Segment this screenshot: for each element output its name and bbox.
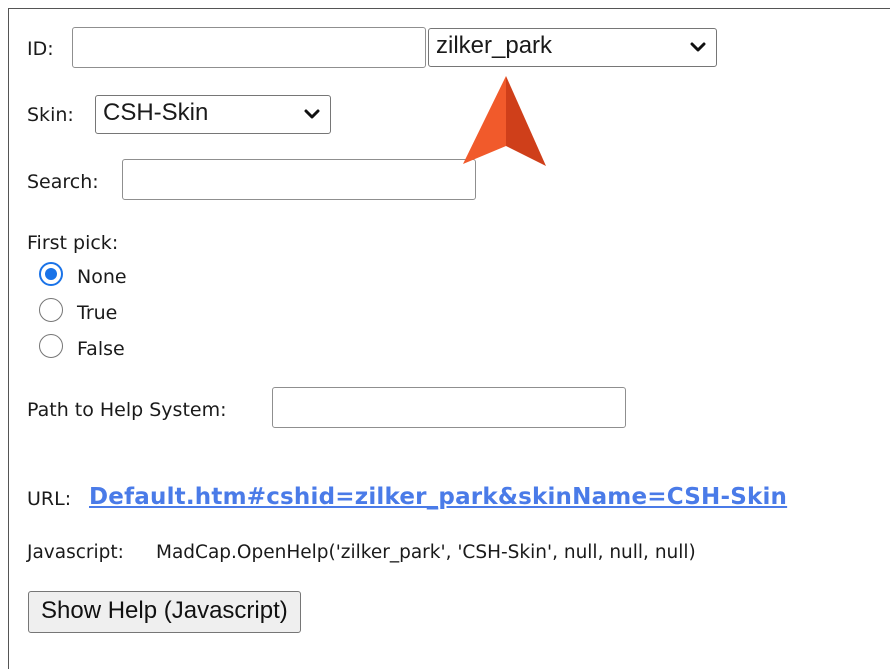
skin-select[interactable]: CSH-Skin [95, 95, 331, 134]
javascript-label: Javascript: [27, 542, 124, 563]
url-link[interactable]: Default.htm#cshid=zilker_park&skinName=C… [89, 483, 787, 511]
id-input[interactable] [72, 27, 426, 68]
chevron-down-icon [690, 42, 706, 52]
radio-true-label: True [77, 302, 118, 324]
id-select[interactable]: zilker_park [428, 28, 717, 67]
path-label: Path to Help System: [27, 399, 227, 421]
search-input[interactable] [122, 159, 476, 200]
url-label: URL: [27, 488, 72, 510]
show-help-button[interactable]: Show Help (Javascript) [28, 591, 301, 633]
skin-select-value: CSH-Skin [103, 99, 209, 126]
skin-label: Skin: [27, 104, 74, 126]
radio-false-label: False [77, 338, 125, 360]
pointer-arrow-icon [463, 76, 546, 166]
radio-none[interactable] [39, 262, 63, 286]
radio-true[interactable] [39, 298, 63, 322]
path-input[interactable] [272, 387, 626, 428]
javascript-code: MadCap.OpenHelp('zilker_park', 'CSH-Skin… [156, 542, 696, 563]
radio-none-label: None [77, 266, 127, 288]
id-label: ID: [27, 38, 54, 60]
first-pick-label: First pick: [27, 232, 119, 254]
radio-false[interactable] [39, 334, 63, 358]
id-select-value: zilker_park [436, 32, 553, 59]
search-label: Search: [27, 171, 99, 193]
chevron-down-icon [304, 109, 320, 119]
